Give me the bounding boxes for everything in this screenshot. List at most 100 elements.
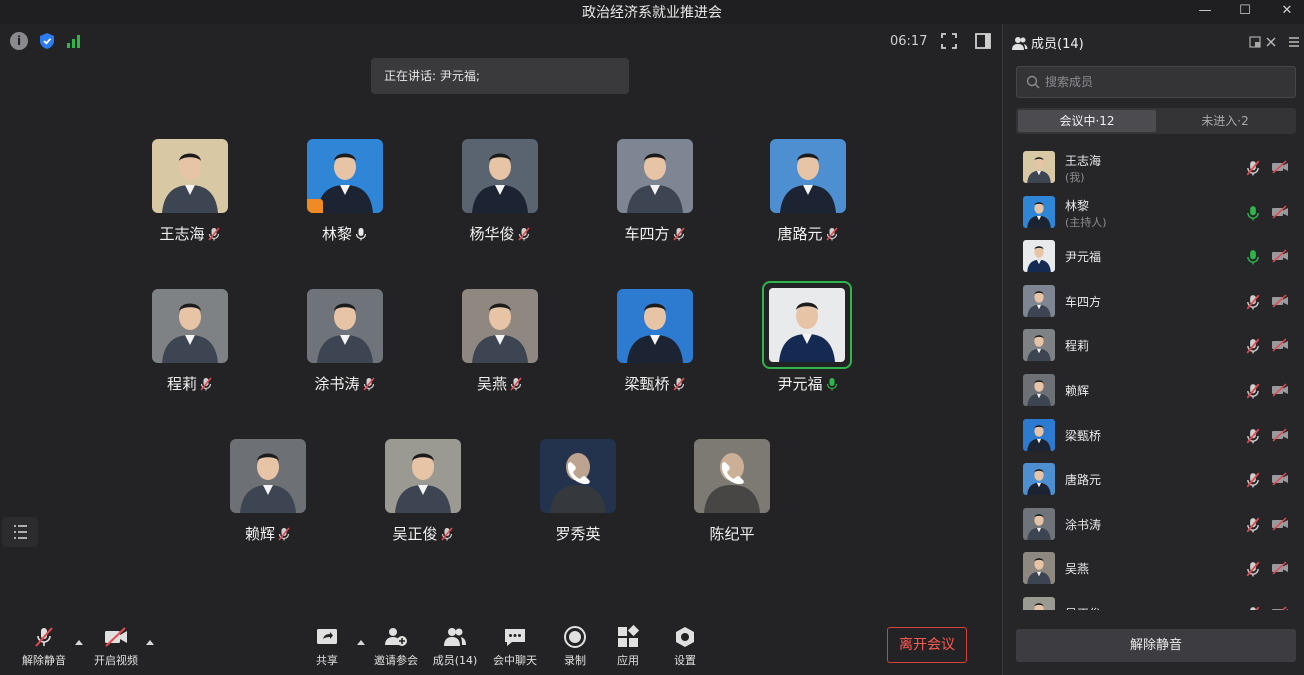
record-button[interactable]: 录制 — [547, 624, 603, 668]
view-list-button[interactable] — [2, 517, 38, 547]
member-camera-toggle[interactable] — [1271, 159, 1289, 178]
participant-tile[interactable]: 梁甄桥 — [595, 289, 715, 399]
participant-tile[interactable]: 杨华俊 — [440, 139, 560, 249]
add-user-icon — [385, 628, 407, 646]
member-name: 唐路元 — [1065, 473, 1102, 488]
participant-name: 尹元福 — [748, 373, 868, 394]
unmute-all-button[interactable]: 解除静音 — [1016, 629, 1296, 662]
member-name: 涂书涛 — [1065, 517, 1102, 532]
participant-tile[interactable]: 车四方 — [595, 139, 715, 249]
audio-options-caret[interactable] — [75, 640, 83, 645]
tab-in-meeting[interactable]: 会议中·12 — [1018, 110, 1156, 132]
chat-button[interactable]: 会中聊天 — [487, 624, 543, 668]
participant-name-text: 赖辉 — [244, 525, 275, 543]
members-button[interactable]: 成员(14) — [427, 624, 483, 668]
member-row[interactable]: 赖辉 — [1003, 367, 1303, 411]
participant-tile[interactable]: 罗秀英 — [518, 439, 638, 549]
minimize-button[interactable]: — — [1193, 1, 1217, 21]
member-mic-toggle[interactable] — [1243, 427, 1261, 446]
member-row[interactable]: 王志海 (我) — [1003, 144, 1303, 188]
settings-button[interactable]: 设置 — [657, 624, 713, 668]
unmute-label: 解除静音 — [22, 654, 66, 667]
share-label: 共享 — [316, 654, 338, 667]
share-button[interactable]: 共享 — [299, 624, 355, 668]
participant-tile[interactable]: 林黎 — [285, 139, 405, 249]
unmute-button[interactable]: 解除静音 — [16, 624, 72, 668]
participant-tile[interactable]: 吴正俊 — [363, 439, 483, 549]
member-row[interactable]: 车四方 — [1003, 278, 1303, 322]
member-camera-toggle[interactable] — [1271, 560, 1289, 579]
camera-off-icon — [1272, 338, 1288, 352]
close-panel-icon[interactable] — [1265, 36, 1277, 48]
member-camera-toggle[interactable] — [1271, 293, 1289, 312]
info-icon[interactable]: i — [10, 32, 28, 50]
member-mic-toggle[interactable] — [1243, 605, 1261, 610]
member-camera-toggle[interactable] — [1271, 248, 1289, 267]
mic-muted-icon — [1246, 561, 1260, 577]
member-mic-toggle[interactable] — [1243, 248, 1261, 267]
members-label: 成员(14) — [432, 654, 478, 667]
layout-toggle-icon[interactable] — [974, 32, 992, 50]
participant-tile[interactable]: 涂书涛 — [285, 289, 405, 399]
fullscreen-icon[interactable] — [940, 32, 958, 50]
member-camera-toggle[interactable] — [1271, 516, 1289, 535]
member-mic-toggle[interactable] — [1243, 516, 1261, 535]
member-row[interactable]: 程莉 — [1003, 322, 1303, 366]
member-camera-toggle[interactable] — [1271, 204, 1289, 223]
avatar — [770, 139, 846, 213]
participant-name: 林黎 — [285, 223, 405, 244]
avatar — [385, 439, 461, 513]
participant-tile[interactable]: 吴燕 — [440, 289, 560, 399]
member-mic-toggle[interactable] — [1243, 204, 1261, 223]
member-mic-toggle[interactable] — [1243, 382, 1261, 401]
participant-tile[interactable]: 尹元福 — [748, 281, 868, 399]
leave-meeting-button[interactable]: 离开会议 — [887, 627, 967, 663]
network-signal-icon[interactable] — [66, 34, 82, 48]
participant-name-text: 唐路元 — [777, 225, 823, 243]
member-row[interactable]: 涂书涛 — [1003, 501, 1303, 545]
participant-name-text: 梁甄桥 — [624, 375, 670, 393]
member-camera-toggle[interactable] — [1271, 605, 1289, 610]
member-row[interactable]: 尹元福 — [1003, 233, 1303, 277]
member-mic-toggle[interactable] — [1243, 159, 1261, 178]
member-row[interactable]: 吴正俊 — [1003, 590, 1303, 610]
participant-tile[interactable]: 王志海 — [130, 139, 250, 249]
avatar — [540, 439, 616, 513]
title-bar: 政治经济系就业推进会 — ☐ ✕ — [0, 0, 1304, 24]
invite-button[interactable]: 邀请参会 — [368, 624, 424, 668]
tab-not-joined[interactable]: 未进入·2 — [1156, 110, 1294, 132]
participant-tile[interactable]: 赖辉 — [208, 439, 328, 549]
member-mic-toggle[interactable] — [1243, 293, 1261, 312]
member-camera-toggle[interactable] — [1271, 427, 1289, 446]
member-avatar — [1023, 284, 1055, 317]
participant-tile[interactable]: 程莉 — [130, 289, 250, 399]
participant-tile[interactable]: 陈纪平 — [672, 439, 792, 549]
member-camera-toggle[interactable] — [1271, 471, 1289, 490]
apps-label: 应用 — [617, 654, 639, 667]
camera-off-icon — [1272, 517, 1288, 531]
member-name: 王志海 — [1065, 154, 1102, 168]
member-search[interactable] — [1016, 66, 1296, 98]
close-window-button[interactable]: ✕ — [1275, 1, 1299, 21]
participant-name-text: 杨华俊 — [469, 225, 515, 243]
member-row[interactable]: 吴燕 — [1003, 545, 1303, 589]
member-mic-toggle[interactable] — [1243, 471, 1261, 490]
participant-tile[interactable]: 唐路元 — [748, 139, 868, 249]
member-camera-toggle[interactable] — [1271, 337, 1289, 356]
apps-button[interactable]: 应用 — [600, 624, 656, 668]
video-options-caret[interactable] — [146, 640, 154, 645]
start-video-button[interactable]: 开启视频 — [88, 624, 144, 668]
member-row[interactable]: 唐路元 — [1003, 456, 1303, 500]
maximize-button[interactable]: ☐ — [1233, 1, 1257, 21]
member-mic-toggle[interactable] — [1243, 337, 1261, 356]
share-options-caret[interactable] — [357, 640, 365, 645]
member-avatar — [1023, 418, 1055, 451]
member-mic-toggle[interactable] — [1243, 560, 1261, 579]
menu-icon[interactable] — [1288, 36, 1300, 48]
member-row[interactable]: 梁甄桥 — [1003, 412, 1303, 456]
search-input[interactable] — [1045, 67, 1285, 97]
shield-icon[interactable] — [38, 32, 56, 50]
member-camera-toggle[interactable] — [1271, 382, 1289, 401]
popout-icon[interactable] — [1249, 36, 1261, 48]
member-row[interactable]: 林黎 (主持人) — [1003, 189, 1303, 233]
